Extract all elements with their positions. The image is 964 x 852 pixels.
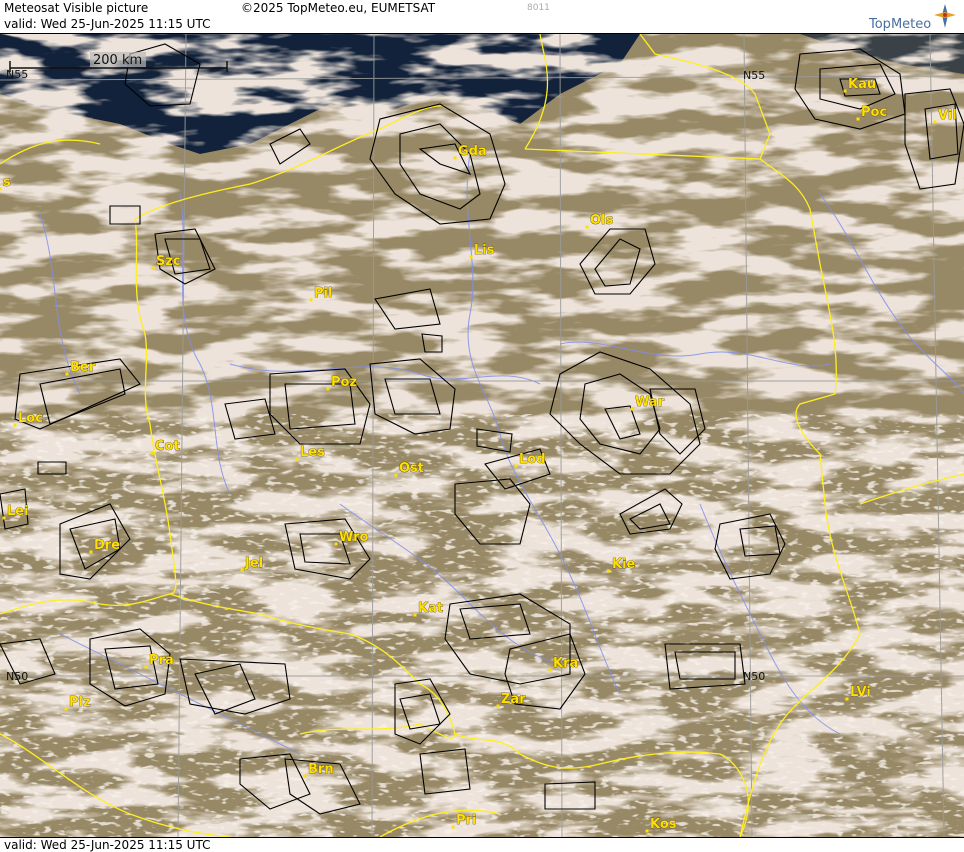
city-label-poc: Poc [861,105,887,120]
city-label-kra: Kra [553,656,578,671]
city-label-lis: Lis [474,243,495,258]
city-label-kie: Kie [612,557,636,572]
city-marker-poc [856,117,860,121]
city-marker-pra [144,665,148,669]
city-label-brn: Brn [308,762,334,777]
city-marker-ols [585,225,589,229]
city-marker-les [295,457,299,461]
footer-bar: valid: Wed 25-Jun-2025 11:15 UTC [0,837,964,852]
city-marker-szc [151,266,155,270]
city-marker-gda [453,156,457,160]
city-marker-kat [413,613,417,617]
city-marker-lis [469,255,473,259]
header-bar: Meteosat Visible picture ©2025 TopMeteo.… [0,0,964,34]
city-marker-vil [933,120,937,124]
city-label-zar: Zar [501,692,526,707]
grid-label-n50-left: N50 [6,670,28,683]
city-marker-plz [64,707,68,711]
city-label-gda: Gda [458,144,487,159]
city-label-dre: Dre [94,538,120,553]
city-marker-ber [65,372,69,376]
city-label-szc: Szc [156,254,181,269]
grid-label-n50-mid: N50 [743,670,765,683]
city-label-pra: Pra [149,653,174,668]
scale-label: 200 km [93,53,142,68]
city-marker-kra [548,668,552,672]
city-marker-jel [240,568,244,572]
city-label-ber: Ber [70,360,96,375]
city-marker-cot [150,451,154,455]
city-marker-pil [309,298,313,302]
city-marker-brn [303,774,307,778]
grid-label-n55-mid: N55 [743,69,765,82]
city-label-lod: Lod [519,452,546,467]
city-marker-lvi [845,697,849,701]
city-marker-kos [645,829,649,833]
city-label-loc: Loc [18,411,43,426]
city-label-s: s [3,175,11,190]
image-code: 8011 [527,3,550,13]
city-label-ost: Ost [399,461,424,476]
city-label-poz: Poz [331,375,357,390]
city-label-war: War [635,395,665,410]
city-label-ols: Ols [590,213,614,228]
compass-logo-icon [934,4,956,28]
city-label-wro: Wro [339,530,369,545]
footer-valid-time: valid: Wed 25-Jun-2025 11:15 UTC [4,838,211,852]
city-marker-poz [326,387,330,391]
city-marker-kau [843,89,847,93]
city-label-pil: Pil [314,286,332,301]
city-marker-ost [394,473,398,477]
copyright-text: ©2025 TopMeteo.eu, EUMETSAT [241,1,436,15]
city-marker-s [0,187,2,191]
city-marker-lei [2,516,6,520]
city-label-lvi: LVi [850,685,871,700]
city-marker-war [630,407,634,411]
weather-map-frame: Meteosat Visible picture ©2025 TopMeteo.… [0,0,964,852]
cumulus-speckle [0,414,964,837]
city-label-jel: Jel [244,556,263,571]
topmeteo-logo-text: TopMeteo [869,17,932,32]
city-label-pri: Pri [456,813,476,828]
city-label-cot: Cot [155,439,180,454]
valid-time: valid: Wed 25-Jun-2025 11:15 UTC [4,17,211,31]
satellite-map[interactable]: N55 N55 N50 N50 200 km GdaKauPoc VilOlsLi… [0,34,964,837]
city-marker-pri [451,825,455,829]
city-marker-loc [13,423,17,427]
city-label-kat: Kat [418,601,443,616]
city-label-les: Les [300,445,325,460]
city-marker-zar [496,704,500,708]
city-label-vil: Vil [938,108,957,123]
city-marker-dre [89,550,93,554]
product-title: Meteosat Visible picture [4,1,149,15]
city-marker-kie [607,569,611,573]
city-label-kau: Kau [848,77,876,92]
city-label-lei: Lei [7,504,29,519]
city-marker-lod [514,464,518,468]
city-label-kos: Kos [650,817,677,832]
city-marker-wro [334,542,338,546]
city-label-plz: Plz [69,695,91,710]
